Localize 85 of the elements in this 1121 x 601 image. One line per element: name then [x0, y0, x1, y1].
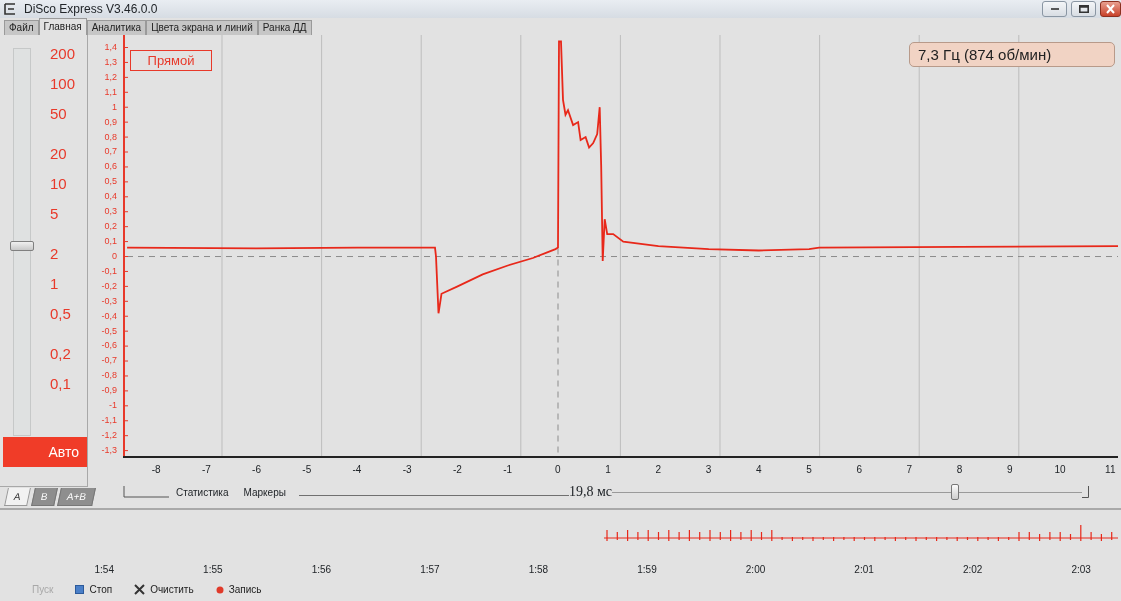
axis-label: 5: [805, 463, 813, 477]
auto-button[interactable]: Авто: [3, 437, 87, 467]
axis-label: 4: [754, 463, 763, 477]
time-label: 2:00: [744, 563, 767, 577]
axis-label: 0,1: [103, 235, 118, 248]
axis-label: 1,4: [103, 41, 118, 54]
axis-label: -1,3: [100, 443, 118, 457]
axis-label: -1: [108, 399, 118, 413]
axis-label: 2: [654, 463, 663, 477]
axis-label: -8: [150, 463, 162, 477]
axis-label: 1,2: [103, 70, 118, 84]
axis-label: 1,1: [103, 85, 118, 99]
axis-label: 0: [111, 249, 118, 263]
axis-label: -7: [200, 463, 212, 477]
axis-label: -2: [451, 463, 463, 477]
gain-label: 20: [50, 145, 68, 163]
axis-label: 0,6: [103, 160, 118, 174]
axis-label: 9: [1006, 463, 1014, 477]
axis-label: 0,2: [103, 220, 118, 234]
frequency-readout: 7,3 Гц (874 об/мин): [909, 42, 1115, 67]
time-label: 2:03: [1070, 563, 1092, 577]
toolbar-button[interactable]: Запись: [215, 582, 262, 597]
axis-label: 0,7: [103, 145, 118, 159]
gain-label: 100: [50, 75, 76, 93]
axis-label: 8: [955, 463, 964, 477]
gain-label: 10: [50, 175, 68, 193]
gain-label: 50: [50, 105, 68, 123]
time-label: 1:56: [310, 563, 333, 577]
axis-label: 7: [905, 463, 914, 477]
gain-label: 2: [50, 245, 60, 263]
axis-label: 11: [1104, 463, 1117, 477]
menu-tab[interactable]: Цвета экрана и линий: [146, 20, 258, 35]
axis-label: -0,6: [100, 339, 118, 353]
axis-label: 0,8: [103, 130, 118, 144]
axis-label: -1,2: [100, 428, 118, 442]
statistics-tab[interactable]: Статистика: [176, 484, 229, 500]
time-scale-label: 19,8 мс: [568, 484, 612, 500]
time-label: 1:57: [419, 563, 441, 577]
markers-tab[interactable]: Маркеры: [243, 484, 286, 500]
axis-label: -0,1: [100, 264, 118, 278]
time-label: 2:01: [853, 563, 875, 577]
axis-label: 0,3: [103, 205, 118, 219]
time-label: 1:59: [636, 563, 658, 577]
axis-label: -1: [502, 463, 514, 477]
axis-label: 3: [704, 463, 713, 477]
axis-label: -0,3: [100, 294, 118, 308]
time-label: 2:02: [961, 563, 984, 577]
menu-tab[interactable]: Аналитика: [86, 20, 147, 35]
axis-label: -6: [251, 463, 262, 477]
gain-label: 0,2: [50, 345, 72, 363]
gain-label: 0,1: [50, 375, 72, 393]
gain-label: 1: [50, 275, 60, 293]
axis-label: 10: [1053, 463, 1067, 477]
axis-label: -4: [351, 463, 363, 477]
axis-label: 1,3: [103, 55, 118, 69]
gain-label: 200: [50, 45, 76, 63]
axis-label: -5: [301, 463, 313, 477]
axis-label: -1,1: [100, 414, 118, 428]
axis-label: 1: [111, 100, 118, 114]
axis-label: -0,8: [100, 369, 118, 383]
axis-label: -0,2: [100, 279, 118, 293]
toolbar-button[interactable]: Очистить: [134, 582, 194, 597]
time-label: 1:55: [202, 563, 224, 577]
axis-label: 0,4: [103, 190, 118, 204]
toolbar-button[interactable]: Стоп: [75, 582, 113, 597]
axis-label: -0,9: [100, 384, 118, 398]
axis-label: 0,9: [103, 115, 118, 129]
window-title: DiSco Express V3.46.0.0: [24, 1, 158, 18]
channel-tab[interactable]: A: [4, 488, 31, 506]
time-label: 1:58: [527, 563, 550, 577]
menu-tab[interactable]: Главная: [38, 18, 87, 35]
gain-label: 5: [50, 205, 60, 223]
menu-tab[interactable]: Файл: [4, 20, 39, 35]
axis-label: 0,5: [103, 175, 118, 189]
axis-label: -0,4: [100, 309, 118, 323]
axis-label: -0,5: [100, 324, 118, 338]
axis-label: 0: [554, 463, 562, 477]
mode-label: Прямой: [130, 50, 212, 71]
axis-label: -3: [401, 463, 413, 477]
menu-tab[interactable]: Ранка ДД: [257, 20, 312, 35]
gain-label: 0,5: [50, 305, 72, 323]
axis-label: 6: [855, 463, 863, 477]
time-label: 1:54: [93, 563, 115, 577]
axis-label: 1: [604, 463, 612, 477]
axis-label: -0,7: [100, 354, 118, 368]
